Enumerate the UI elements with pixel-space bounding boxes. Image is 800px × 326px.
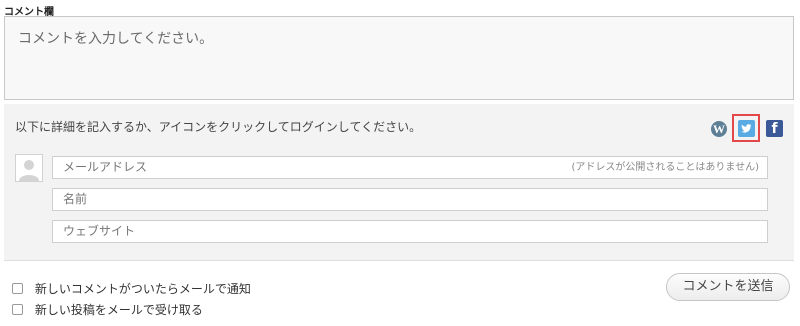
submit-comment-button[interactable]: コメントを送信 <box>666 273 790 301</box>
notify-posts-checkbox[interactable] <box>12 304 23 315</box>
name-field[interactable]: 名前 <box>52 188 768 211</box>
wordpress-icon[interactable]: W <box>711 121 727 137</box>
identity-panel: 以下に詳細を記入するか、アイコンをクリックしてログインしてください。 W f メ… <box>4 104 794 261</box>
login-instructions: 以下に詳細を記入するか、アイコンをクリックしてログインしてください。 <box>15 120 422 134</box>
notify-comments-label: 新しいコメントがついたらメールで通知 <box>34 282 251 296</box>
comment-textarea[interactable]: コメントを入力してください。 <box>4 16 794 100</box>
twitter-selected-frame[interactable] <box>732 114 760 142</box>
notify-posts-option[interactable]: 新しい投稿をメールで受け取る <box>12 301 203 318</box>
website-field[interactable]: ウェブサイト <box>52 220 768 243</box>
twitter-icon[interactable] <box>738 120 755 137</box>
avatar <box>15 154 43 182</box>
email-placeholder: メールアドレス <box>63 160 148 174</box>
email-privacy-hint: (アドレスが公開されることはありません) <box>571 162 759 173</box>
website-placeholder: ウェブサイト <box>63 224 136 238</box>
comment-placeholder: コメントを入力してください。 <box>18 31 214 47</box>
facebook-icon[interactable]: f <box>766 120 783 137</box>
notify-posts-label: 新しい投稿をメールで受け取る <box>34 303 203 317</box>
notify-comments-option[interactable]: 新しいコメントがついたらメールで通知 <box>12 280 251 297</box>
notify-comments-checkbox[interactable] <box>12 283 23 294</box>
email-field[interactable]: メールアドレス (アドレスが公開されることはありません) <box>52 156 768 179</box>
name-placeholder: 名前 <box>63 192 88 206</box>
